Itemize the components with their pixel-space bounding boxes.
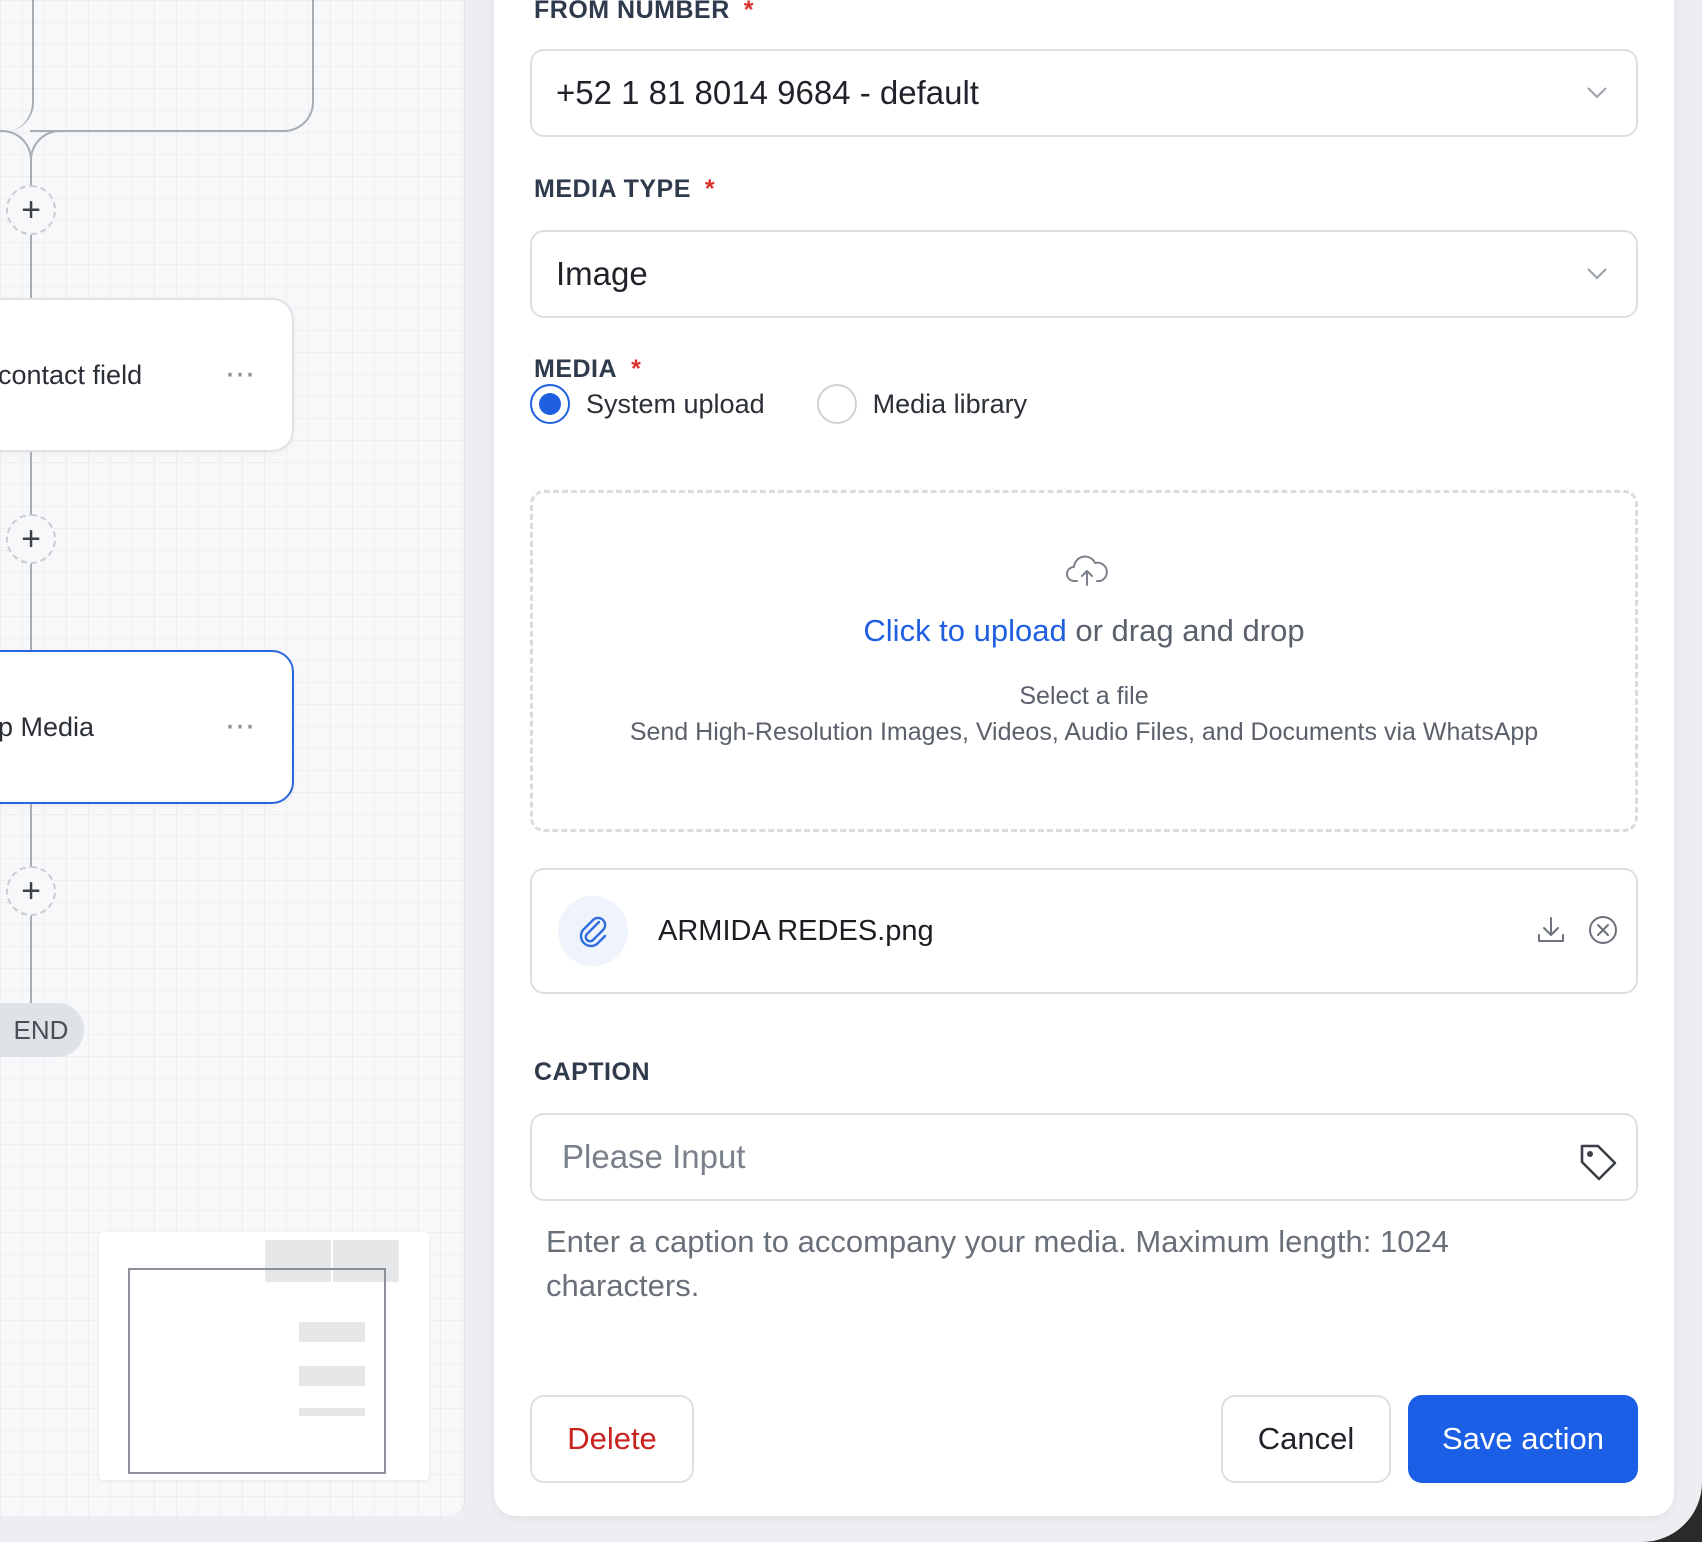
download-icon[interactable] xyxy=(1534,913,1568,947)
branch-connector-left xyxy=(0,0,34,132)
file-dropzone[interactable]: Click to upload or drag and drop Select … xyxy=(530,490,1638,832)
end-node: END xyxy=(0,1003,84,1057)
dropzone-hint-line1: Select a file xyxy=(1019,682,1149,710)
chevron-down-icon xyxy=(1587,268,1607,280)
end-label: END xyxy=(13,1014,69,1045)
minimap-viewport[interactable] xyxy=(128,1268,386,1474)
add-step-button[interactable]: + xyxy=(6,185,56,235)
drag-drop-text: or drag and drop xyxy=(1066,613,1305,648)
media-label: MEDIA * xyxy=(534,355,641,384)
save-action-button[interactable]: Save action xyxy=(1408,1395,1638,1483)
media-type-value: Image xyxy=(556,255,648,292)
caption-label-text: CAPTION xyxy=(534,1058,650,1086)
click-to-upload-link[interactable]: Click to upload xyxy=(863,613,1066,648)
from-number-value: +52 1 81 8014 9684 - default xyxy=(556,74,979,111)
caption-label: CAPTION xyxy=(534,1058,650,1087)
flow-canvas[interactable]: + contact field ⋯ + p Media ⋯ + END xyxy=(0,0,464,1516)
paperclip-glyph xyxy=(579,916,607,948)
media-label-text: MEDIA xyxy=(534,355,618,383)
more-dots-icon[interactable]: ⋯ xyxy=(225,360,256,390)
required-marker: * xyxy=(631,355,642,383)
caption-input[interactable] xyxy=(530,1113,1638,1201)
branch-join xyxy=(30,130,60,160)
media-type-label: MEDIA TYPE * xyxy=(534,175,715,204)
minimap[interactable] xyxy=(99,1232,429,1480)
file-name: ARMIDA REDES.png xyxy=(658,915,934,947)
add-step-button[interactable]: + xyxy=(6,514,56,564)
from-number-label-text: FROM NUMBER xyxy=(534,0,730,24)
from-number-label: FROM NUMBER * xyxy=(534,0,754,25)
more-dots-icon[interactable]: ⋯ xyxy=(225,712,256,742)
media-type-select[interactable]: Image xyxy=(530,230,1638,318)
upload-cloud-icon xyxy=(1066,555,1108,586)
branch-connector-right xyxy=(30,0,314,132)
radio-media-library[interactable] xyxy=(816,384,857,424)
paperclip-icon xyxy=(558,896,628,966)
node-label: p Media xyxy=(0,711,95,742)
radio-system-upload-label[interactable]: System upload xyxy=(586,389,765,420)
add-step-button[interactable]: + xyxy=(6,866,56,916)
media-type-label-text: MEDIA TYPE xyxy=(534,175,691,203)
required-marker: * xyxy=(743,0,754,24)
caption-help-text: Enter a caption to accompany your media.… xyxy=(546,1224,1449,1303)
branch-join-left xyxy=(0,130,32,160)
action-settings-panel: FROM NUMBER * +52 1 81 8014 9684 - defaul… xyxy=(494,0,1674,1516)
dropzone-hint: Select a file Send High-Resolution Image… xyxy=(613,678,1555,750)
radio-system-upload[interactable] xyxy=(530,384,570,424)
app-shell: + contact field ⋯ + p Media ⋯ + END FROM… xyxy=(0,0,1702,1542)
uploaded-file-card: ARMIDA REDES.png xyxy=(530,868,1638,994)
remove-circle-icon[interactable] xyxy=(1586,913,1620,947)
delete-button[interactable]: Delete xyxy=(530,1395,694,1483)
node-label: contact field xyxy=(0,359,143,390)
required-marker: * xyxy=(704,175,716,203)
chevron-down-icon xyxy=(1587,87,1607,99)
from-number-select[interactable]: +52 1 81 8014 9684 - default xyxy=(530,49,1638,137)
dropzone-instruction: Click to upload or drag and drop xyxy=(533,613,1635,649)
tag-icon[interactable] xyxy=(1576,1140,1620,1184)
media-source-radio-group: System upload Media library xyxy=(530,384,1079,424)
radio-media-library-label[interactable]: Media library xyxy=(873,389,1028,420)
cancel-button[interactable]: Cancel xyxy=(1221,1395,1391,1483)
flow-node-contact-field[interactable]: contact field ⋯ xyxy=(0,298,294,452)
dropzone-hint-line2: Send High-Resolution Images, Videos, Aud… xyxy=(629,718,1539,746)
flow-node-whatsapp-media[interactable]: p Media ⋯ xyxy=(0,650,294,804)
